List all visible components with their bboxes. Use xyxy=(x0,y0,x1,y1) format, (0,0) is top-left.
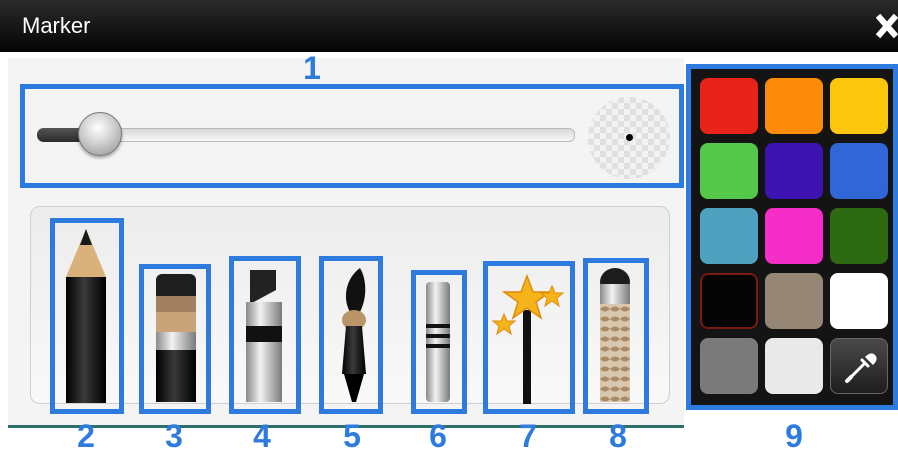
callout-star-wand xyxy=(483,261,575,414)
callout-number-7: 7 xyxy=(519,418,537,454)
callout-highlighter xyxy=(229,256,301,414)
callout-pencil xyxy=(50,218,124,414)
title-bar: Marker xyxy=(0,0,898,52)
callout-line-pen xyxy=(411,270,467,414)
callout-number-1: 1 xyxy=(303,50,321,86)
callout-number-8: 8 xyxy=(609,418,627,454)
callout-marker-pen xyxy=(139,264,211,414)
callout-eraser-pen xyxy=(583,258,649,414)
callout-number-2: 2 xyxy=(77,418,95,454)
window-title: Marker xyxy=(22,13,91,38)
callout-number-4: 4 xyxy=(253,418,271,454)
callout-number-6: 6 xyxy=(429,418,447,454)
callout-number-3: 3 xyxy=(165,418,183,454)
callout-brush xyxy=(319,256,383,414)
callout-size-slider xyxy=(20,84,684,188)
close-icon[interactable] xyxy=(876,13,898,39)
callout-number-5: 5 xyxy=(343,418,361,454)
callout-palette xyxy=(686,64,898,410)
callout-number-9: 9 xyxy=(785,418,803,454)
